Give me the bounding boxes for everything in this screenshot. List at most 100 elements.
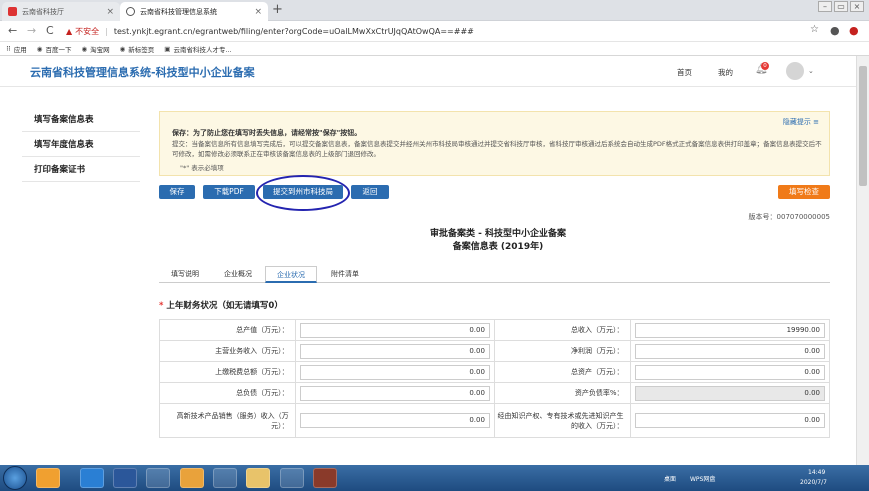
bookmark-taobao[interactable]: ◉ 淘宝网 [81, 44, 109, 54]
number-input[interactable]: 0.00 [299, 364, 490, 380]
bookmarks-bar: ⠿ 应用 ◉ 百度一下 ◉ 淘宝网 ◉ 新标签页 ▣ 云南省科技人才专... [0, 42, 869, 56]
number-input[interactable]: 0.00 [299, 385, 490, 401]
taskbar-folder-icon[interactable] [246, 468, 270, 488]
field-cell: 0.00 [629, 340, 831, 362]
url-separator: | [105, 27, 108, 36]
app-header: 云南省科技管理信息系统-科技型中小企业备案 首页 我的 🔔︎ 0 ⌄ [0, 56, 856, 87]
site-favicon-icon [8, 7, 17, 16]
avatar[interactable] [786, 62, 804, 80]
close-tab-icon[interactable]: × [254, 7, 262, 17]
tray-clock-time: 14:49 [808, 469, 826, 476]
tab-status[interactable]: 企业状况 [265, 266, 317, 283]
close-tab-icon[interactable]: × [106, 7, 114, 17]
field-label: 主营业务收入（万元）： [159, 340, 296, 362]
number-input[interactable]: 0.00 [634, 343, 825, 359]
bookmark-baidu[interactable]: ◉ 百度一下 [37, 44, 72, 54]
table-row: 上缴税费总额（万元）： 0.00 总资产（万元）： 0.00 [159, 361, 831, 383]
bookmark-apps[interactable]: ⠿ 应用 [6, 44, 27, 54]
profile-icon[interactable]: ● [830, 24, 840, 37]
field-label: 高新技术产品销售（服务）收入（万元）： [159, 403, 296, 438]
taskbar-word-icon[interactable] [113, 468, 137, 488]
close-window-icon[interactable]: × [850, 1, 864, 12]
tab-overview[interactable]: 企业概况 [213, 266, 263, 283]
taskbar-app-icon[interactable] [213, 468, 237, 488]
table-row: 总产值（万元）： 0.00 总收入（万元）： 19990.00 [159, 319, 831, 341]
check-button[interactable]: 填写检查 [778, 185, 830, 199]
field-label: 资产负债率%： [493, 382, 631, 404]
taskbar-app-icon[interactable] [280, 468, 304, 488]
warning-icon: ▲ [66, 27, 73, 36]
field-cell: 0.00 [629, 361, 831, 383]
star-icon[interactable]: ☆ [810, 24, 819, 35]
back-arrow-icon[interactable]: ← [8, 24, 17, 37]
field-label: 上缴税费总额（万元）： [159, 361, 296, 383]
url-text: test.ynkjt.egrant.cn/egrantweb/filing/en… [113, 27, 474, 36]
required-marker: * [159, 301, 164, 311]
tab-label: 云南省科技管理信息系统 [140, 7, 217, 16]
tab-attachments[interactable]: 附件清单 [319, 266, 371, 283]
chevron-down-icon[interactable]: ⌄ [808, 67, 814, 75]
field-cell: 0.00 [294, 319, 495, 341]
tab-label: 云南省科技厅 [22, 7, 64, 16]
number-input[interactable]: 0.00 [299, 343, 490, 359]
download-pdf-button[interactable]: 下载PDF [203, 185, 255, 199]
number-input[interactable]: 0.00 [299, 322, 490, 338]
reload-icon[interactable]: C [46, 24, 54, 37]
notice-box: 隐藏提示 ≡ 保存：为了防止您在填写时丢失信息，请经常按"保存"按钮。 提交：当… [159, 111, 830, 176]
back-button[interactable]: 返回 [351, 185, 389, 199]
start-button[interactable] [3, 466, 27, 490]
field-cell: 0.00 [294, 403, 495, 438]
extension-icon[interactable]: ● [849, 24, 859, 37]
notice-submit-text: 提交：当备案信息所有信息填写完成后，可以提交备案信息表，备案信息表提交并经州关州… [172, 140, 822, 158]
tray-wps-label[interactable]: WPS网盘 [690, 474, 715, 483]
field-cell: 0.00 [294, 340, 495, 362]
taskbar-ie-icon[interactable] [80, 468, 104, 488]
number-input[interactable]: 0.00 [634, 364, 825, 380]
field-label: 总收入（万元）： [493, 319, 631, 341]
apps-grid-icon: ⠿ [6, 44, 11, 53]
browser-tab-kjt[interactable]: 云南省科技厅 × [2, 2, 120, 21]
taskbar-app-icon[interactable] [313, 468, 337, 488]
globe-icon [126, 7, 135, 16]
field-cell: 0.00 [294, 382, 495, 404]
maximize-icon[interactable]: ▭ [834, 1, 848, 12]
bookmark-talent[interactable]: ▣ 云南省科技人才专... [164, 44, 231, 54]
field-cell: 0.00 [294, 361, 495, 383]
taskbar-app-icon[interactable] [146, 468, 170, 488]
forward-arrow-icon[interactable]: → [27, 24, 36, 37]
nav-home-link[interactable]: 首页 [677, 67, 692, 78]
form-title: 审批备案类 - 科技型中小企业备案 [429, 229, 566, 239]
browser-tab-system[interactable]: 云南省科技管理信息系统 × [120, 2, 268, 21]
sidebar-item-annual-info[interactable]: 填写年度信息表 [22, 133, 140, 157]
sidebar-item-print-cert[interactable]: 打印备案证书 [22, 158, 140, 182]
tab-instructions[interactable]: 填写说明 [159, 266, 211, 283]
field-cell: 0.00 [629, 382, 831, 404]
number-input[interactable]: 0.00 [634, 413, 825, 428]
number-input[interactable]: 19990.00 [634, 322, 825, 338]
table-row: 总负债（万元）： 0.00 资产负债率%： 0.00 [159, 382, 831, 404]
page-content: 云南省科技管理信息系统-科技型中小企业备案 首页 我的 🔔︎ 0 ⌄ 填写备案信… [0, 56, 856, 465]
folder-icon: ▣ [164, 44, 171, 53]
nav-mine-link[interactable]: 我的 [718, 67, 733, 78]
field-label: 总产值（万元）： [159, 319, 296, 341]
finance-table: 总产值（万元）： 0.00 总收入（万元）： 19990.00 主营业务收入（万元）： 0… [159, 319, 831, 438]
notice-save-text: 保存：为了防止您在填写时丢失信息，请经常按"保存"按钮。 [172, 129, 362, 137]
browser-tab-bar: 云南省科技厅 × 云南省科技管理信息系统 × + – ▭ × [0, 0, 869, 21]
save-button[interactable]: 保存 [159, 185, 195, 199]
number-input[interactable]: 0.00 [299, 413, 490, 428]
scrollbar[interactable] [856, 56, 869, 465]
new-tab-icon[interactable]: + [272, 2, 283, 17]
scrollbar-thumb[interactable] [859, 66, 867, 186]
hide-tip-link[interactable]: 隐藏提示 ≡ [783, 117, 819, 127]
sidebar-item-filing-info[interactable]: 填写备案信息表 [22, 108, 140, 132]
globe-icon: ◉ [36, 44, 43, 53]
taskbar-chrome-icon[interactable] [180, 468, 204, 488]
bookmark-newtab[interactable]: ◉ 新标签页 [120, 44, 155, 54]
highlight-circle-annotation [256, 175, 350, 211]
insecure-label: 不安全 [75, 27, 100, 36]
url-bar[interactable]: ▲ 不安全 | test.ynkjt.egrant.cn/egrantweb/f… [66, 23, 806, 40]
minimize-icon[interactable]: – [818, 1, 832, 12]
taskbar-app-icon[interactable] [36, 468, 60, 488]
field-label: 经由知识产权、专有技术或先进知识产生的收入（万元）： [493, 403, 631, 438]
tray-clock-date: 2020/7/7 [800, 479, 827, 486]
